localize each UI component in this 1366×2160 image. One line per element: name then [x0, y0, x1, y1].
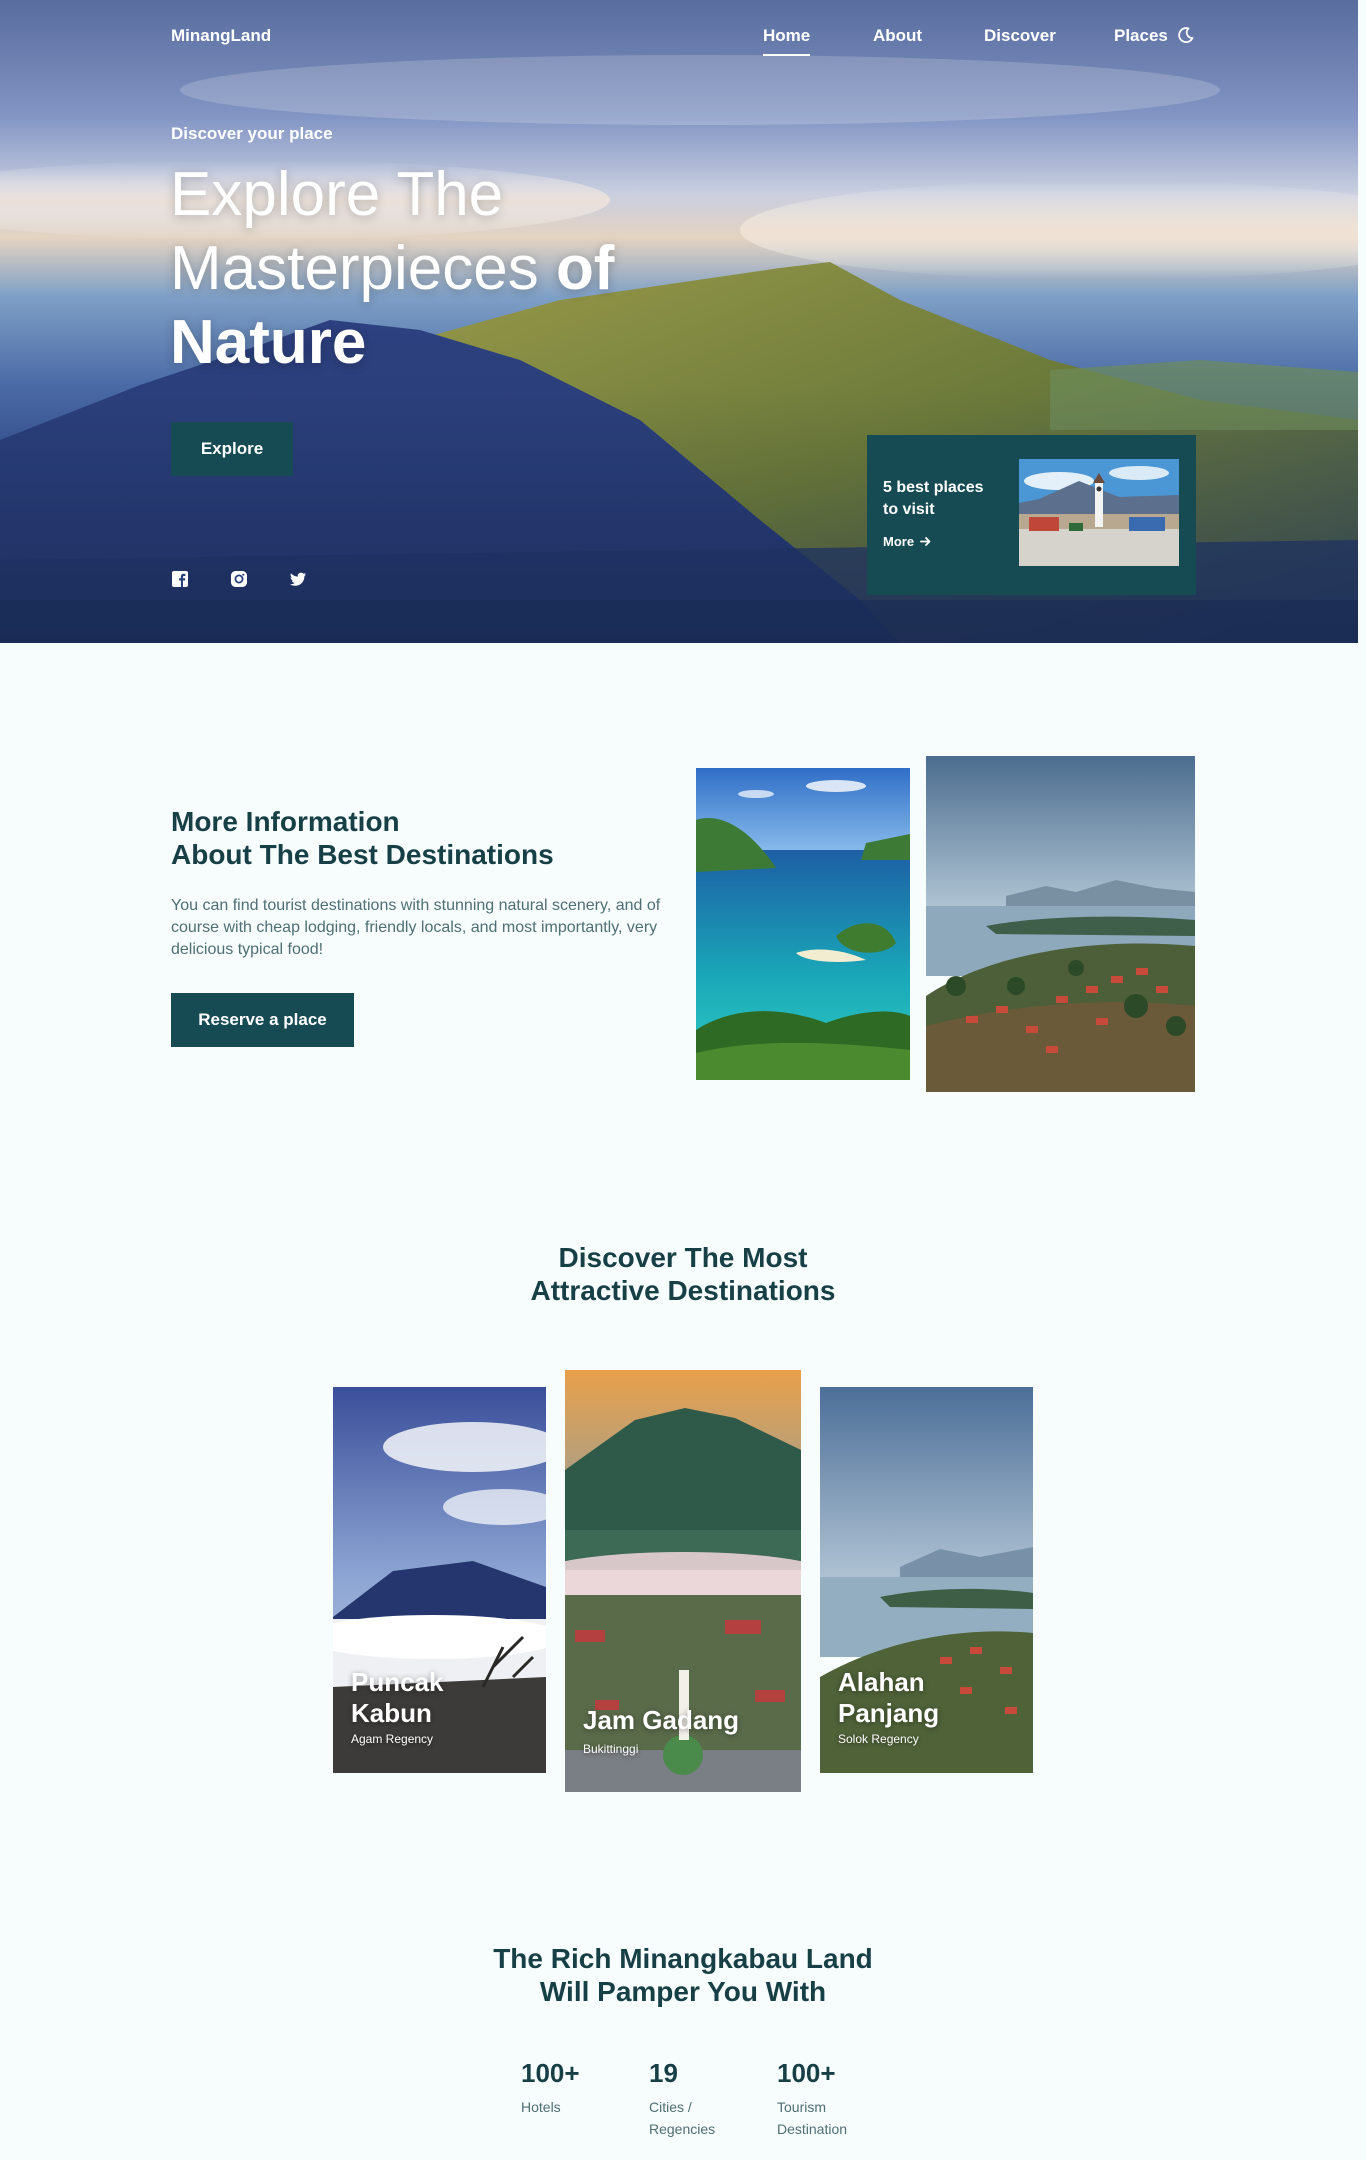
info-title-line1: More Information: [171, 806, 400, 837]
destination-card-puncak-kabun[interactable]: Puncak Kabun Agam Regency: [333, 1387, 546, 1773]
lake-village-image: [926, 756, 1195, 1092]
nav-link-about[interactable]: About: [873, 26, 922, 46]
card-title-line1: Puncak: [351, 1667, 444, 1697]
hero-title-line3: Nature: [170, 308, 367, 377]
card-title-line2: Kabun: [351, 1698, 432, 1728]
nav-link-home[interactable]: Home: [763, 26, 811, 56]
best-places-card[interactable]: 5 best places to visit More: [867, 435, 1196, 595]
best-places-thumbnail: [1019, 459, 1179, 566]
discover-title-line2: Attractive Destinations: [530, 1275, 836, 1306]
destination-card-alahan-panjang[interactable]: Alahan Panjang Solok Regency: [820, 1387, 1033, 1773]
info-description: You can find tourist destinations with s…: [171, 897, 661, 958]
hero-title-line2-bold: of: [555, 234, 615, 303]
best-places-title: 5 best places to visit: [883, 479, 984, 518]
stat-value: 100+: [521, 2058, 580, 2088]
stat-label: Hotels: [521, 2096, 631, 2118]
stat-value: 19: [649, 2058, 678, 2088]
destination-card-jam-gadang[interactable]: Jam Gadang Bukittinggi: [565, 1370, 801, 1792]
discover-title-line1: Discover The Most: [558, 1242, 808, 1273]
stat-label-line1: Tourism: [777, 2099, 827, 2115]
arrow-right-icon: [920, 537, 931, 546]
card-title-puncak-kabun: Puncak Kabun: [351, 1667, 444, 1729]
hero-title-line2: Masterpieces: [170, 234, 556, 303]
island-beach-image: [696, 768, 910, 1080]
instagram-icon[interactable]: [230, 570, 248, 588]
discover-title: Discover The Most Attractive Destination…: [0, 1241, 1366, 1307]
stat-destinations: 100+ Tourism Destination: [777, 2058, 887, 2140]
twitter-icon[interactable]: [289, 570, 307, 588]
card-region-bukittinggi: Bukittinggi: [583, 1742, 639, 1756]
card-title-line2: Panjang: [838, 1698, 940, 1728]
hero-section: MinangLand Home About Discover Places Di…: [0, 0, 1358, 643]
stat-value: 100+: [777, 2058, 836, 2088]
moon-icon[interactable]: [1176, 25, 1196, 45]
reserve-place-button[interactable]: Reserve a place: [171, 993, 354, 1047]
stat-label-line1: Cities /: [649, 2099, 692, 2115]
stat-label: Tourism Destination: [777, 2096, 887, 2140]
nav-link-discover[interactable]: Discover: [984, 26, 1056, 46]
top-navigation: MinangLand Home About Discover Places: [0, 0, 1358, 72]
card-title-jam-gadang: Jam Gadang: [583, 1705, 740, 1735]
explore-button[interactable]: Explore: [171, 422, 293, 476]
more-link[interactable]: More: [883, 534, 931, 549]
stat-label-line2: Destination: [777, 2121, 848, 2137]
info-title: More Information About The Best Destinat…: [171, 805, 651, 871]
hero-subtitle: Discover your place: [171, 124, 333, 143]
more-label: More: [883, 534, 915, 549]
stat-label-line2: Regencies: [649, 2121, 716, 2137]
facebook-icon[interactable]: [171, 570, 189, 588]
hero-title: Explore The Masterpieces of Nature: [170, 158, 730, 380]
card-title-line1: Alahan: [838, 1667, 925, 1697]
hero-title-line1: Explore The: [170, 160, 504, 229]
card-region-agam: Agam Regency: [351, 1732, 434, 1746]
stats-title: The Rich Minangkabau Land Will Pamper Yo…: [0, 1942, 1366, 2008]
card-title-alahan-panjang: Alahan Panjang: [838, 1667, 939, 1729]
card-region-solok: Solok Regency: [838, 1732, 919, 1746]
stat-label: Cities / Regencies: [649, 2096, 759, 2140]
stats-title-line1: The Rich Minangkabau Land: [493, 1943, 873, 1974]
site-logo[interactable]: MinangLand: [171, 26, 271, 46]
stat-cities: 19 Cities / Regencies: [649, 2058, 759, 2140]
stat-hotels: 100+ Hotels: [521, 2058, 631, 2118]
nav-link-places[interactable]: Places: [1114, 26, 1168, 46]
stat-label-line1: Hotels: [521, 2099, 561, 2115]
info-title-line2: About The Best Destinations: [171, 839, 554, 870]
stats-title-line2: Will Pamper You With: [539, 1976, 827, 2007]
